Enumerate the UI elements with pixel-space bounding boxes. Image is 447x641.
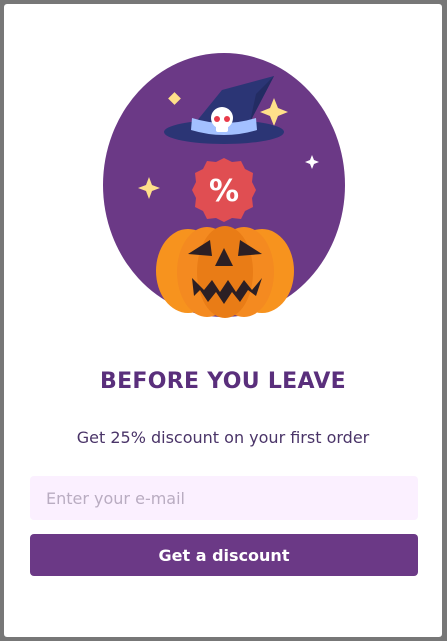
exit-intent-popup: % BEFORE YOU LEAVE Get 25% discount on y… (4, 4, 442, 637)
halloween-illustration: % (103, 53, 345, 318)
pumpkin-icon (156, 226, 294, 318)
popup-subtitle: Get 25% discount on your first order (76, 428, 370, 447)
discount-badge-label: % (209, 174, 239, 209)
popup-title: BEFORE YOU LEAVE (100, 369, 346, 394)
email-input[interactable] (30, 476, 418, 520)
get-discount-button[interactable]: Get a discount (30, 534, 418, 576)
